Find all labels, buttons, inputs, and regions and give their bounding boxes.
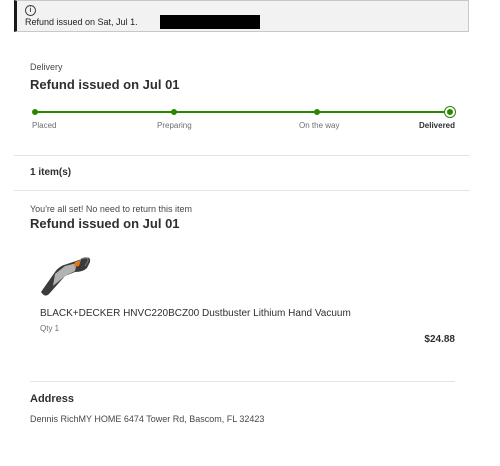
progress-track (35, 111, 450, 113)
return-status-note: You're all set! No need to return this i… (30, 204, 192, 214)
delivery-section-label: Delivery (30, 62, 63, 72)
item-count: 1 item(s) (30, 167, 72, 178)
alert-text: Refund issued on Sat, Jul 1. (25, 17, 138, 27)
step-label-placed: Placed (32, 121, 57, 130)
step-label-preparing: Preparing (157, 121, 192, 130)
progress-dot-on-the-way (314, 109, 320, 115)
divider (14, 190, 470, 191)
divider (14, 155, 470, 156)
step-label-on-the-way: On the way (299, 121, 340, 130)
product-name[interactable]: BLACK+DECKER HNVC220BCZ00 Dustbuster Lit… (40, 308, 351, 319)
progress-dot-preparing (171, 109, 177, 115)
address-title: Address (30, 393, 75, 405)
handheld-vacuum-image (41, 257, 91, 296)
divider (30, 381, 455, 382)
delivery-status-title: Refund issued on Jul 01 (30, 77, 180, 92)
info-icon: i (25, 5, 36, 16)
step-label-delivered: Delivered (419, 121, 456, 130)
product-price: $24.88 (424, 334, 455, 345)
refund-alert-banner: i Refund issued on Sat, Jul 1. (14, 0, 469, 32)
progress-dot-placed (32, 109, 38, 115)
address-line: Dennis RichMY HOME 6474 Tower Rd, Bascom… (30, 414, 265, 424)
product-quantity: Qty 1 (40, 324, 60, 333)
progress-dot-delivered (445, 107, 455, 117)
redaction-bar (160, 15, 260, 29)
item-refund-title: Refund issued on Jul 01 (30, 216, 180, 231)
